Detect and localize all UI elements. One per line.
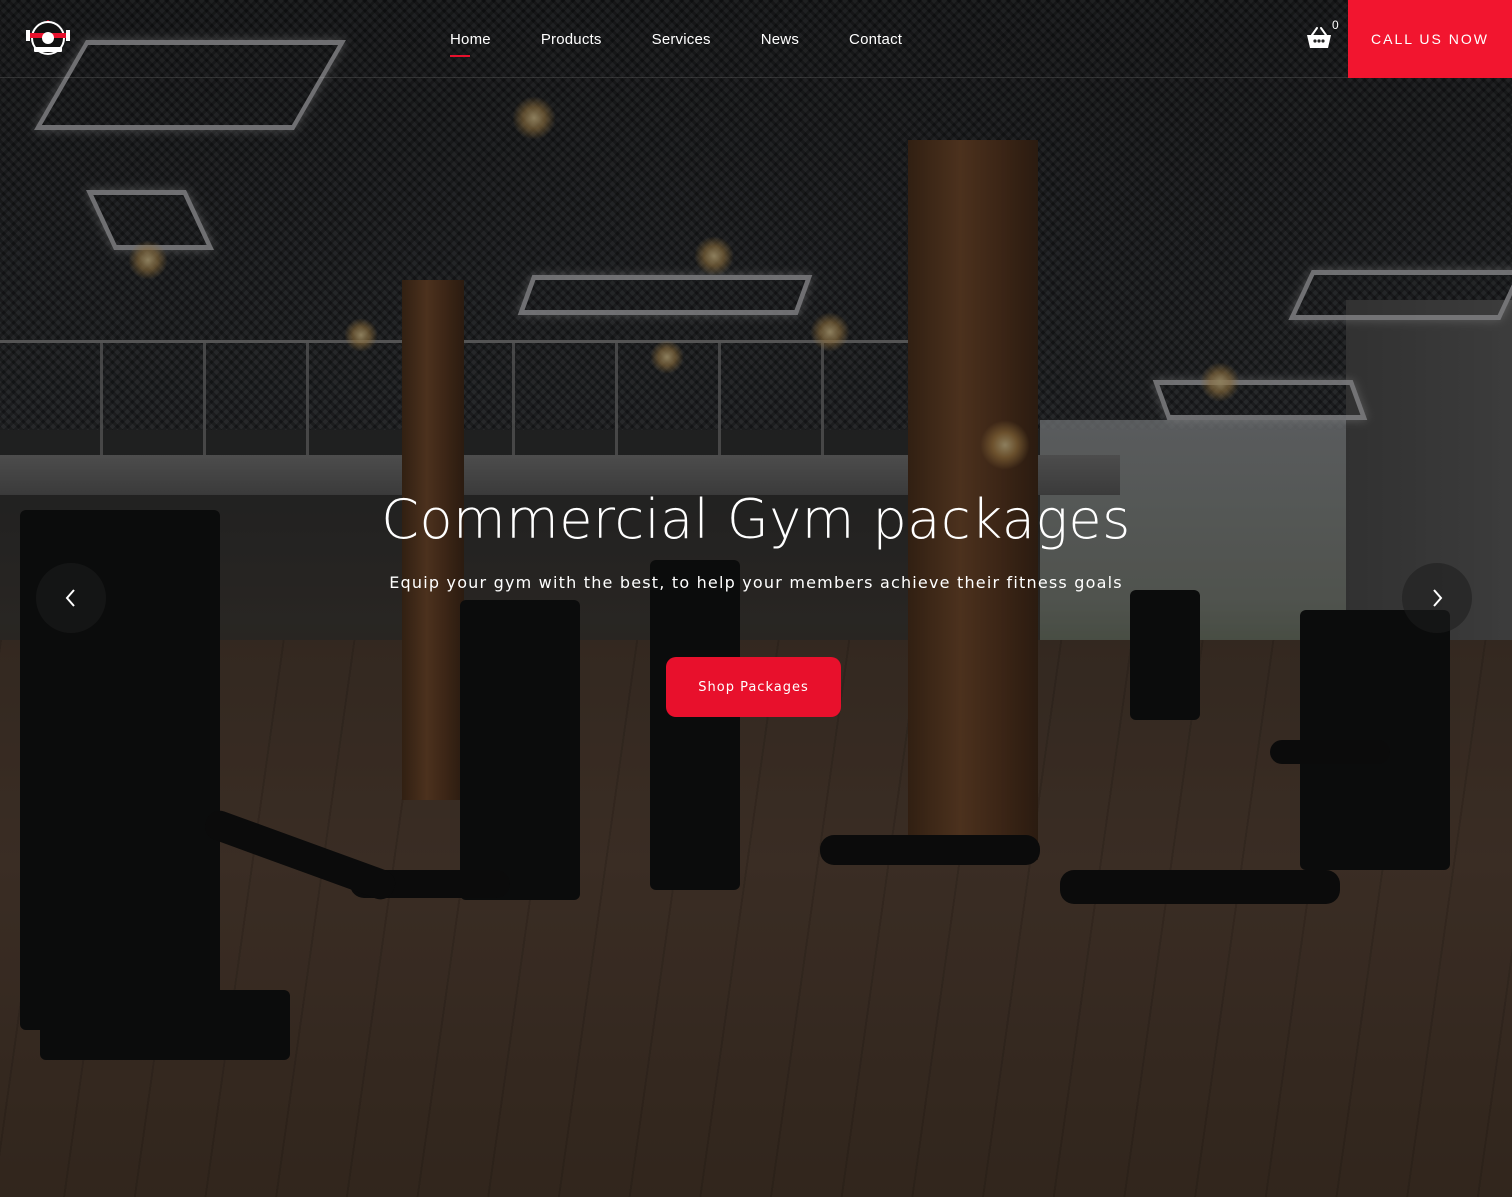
basket-icon bbox=[1307, 27, 1331, 48]
nav-contact[interactable]: Contact bbox=[849, 31, 902, 48]
site-header: Home Products Services News Contact 0 CA… bbox=[0, 0, 1512, 78]
main-nav: Home Products Services News Contact bbox=[450, 0, 952, 78]
chevron-right-icon bbox=[1433, 589, 1443, 607]
chevron-left-icon bbox=[65, 589, 75, 607]
cart-button[interactable] bbox=[1306, 26, 1332, 50]
dark-overlay bbox=[0, 0, 1512, 1197]
cart-count-badge: 0 bbox=[1332, 18, 1339, 32]
nav-products[interactable]: Products bbox=[541, 31, 602, 48]
shop-packages-button[interactable]: Shop Packages bbox=[666, 657, 841, 717]
slider-prev-button[interactable] bbox=[36, 563, 106, 633]
call-us-button[interactable]: CALL US NOW bbox=[1348, 0, 1512, 78]
brand-logo[interactable] bbox=[24, 18, 72, 58]
logo-icon bbox=[26, 20, 70, 55]
nav-home[interactable]: Home bbox=[450, 31, 491, 57]
nav-services[interactable]: Services bbox=[652, 31, 711, 48]
hero-subtitle: Equip your gym with the best, to help yo… bbox=[389, 573, 1123, 592]
hero-title: Commercial Gym packages bbox=[381, 488, 1131, 551]
nav-news[interactable]: News bbox=[761, 31, 799, 48]
slider-next-button[interactable] bbox=[1402, 563, 1472, 633]
